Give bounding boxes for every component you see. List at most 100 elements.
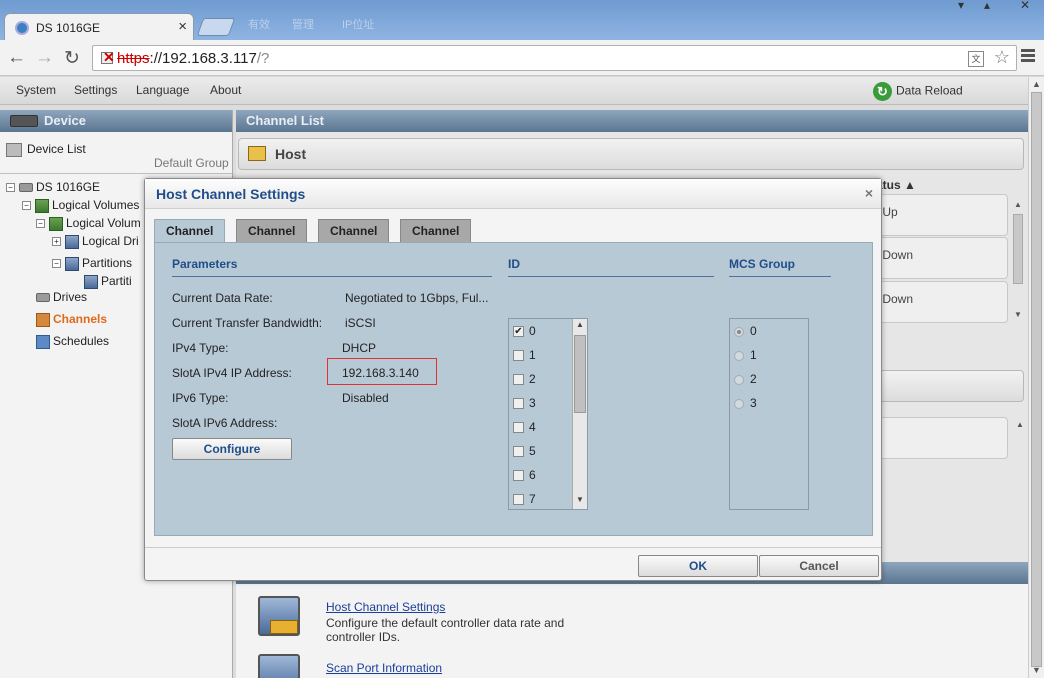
id-option[interactable]: 1 [513, 348, 536, 362]
menu-system[interactable]: System [16, 83, 56, 97]
id-option[interactable]: 2 [513, 372, 536, 386]
url-input[interactable]: ✕ https://192.168.3.117/? 文 ☆ [92, 45, 1017, 71]
radio-selected[interactable] [734, 326, 744, 337]
param-label: SlotA IPv6 Address: [172, 416, 278, 430]
partition-icon [84, 274, 98, 289]
tree-node-logical-volumes[interactable]: − Logical Volumes [22, 198, 139, 213]
host-section-header[interactable]: Host [238, 138, 1024, 170]
tree-node-channels[interactable]: Channels [36, 312, 107, 327]
forward-icon[interactable]: → [35, 47, 54, 69]
cancel-button[interactable]: Cancel [759, 555, 879, 577]
checkbox[interactable] [513, 470, 524, 482]
transfer-bandwidth-value: iSCSI [345, 316, 376, 330]
section-header[interactable] [876, 370, 1024, 402]
mcs-option[interactable]: 1 [734, 348, 757, 362]
param-label: Current Transfer Bandwidth: [172, 316, 323, 330]
menu-about[interactable]: About [210, 83, 241, 97]
tree-node-logical-drive[interactable]: + Logical Dri [52, 234, 139, 249]
device-list-link[interactable]: Device List [6, 142, 86, 157]
id-option[interactable]: 7 [513, 492, 536, 506]
ipv4-type-value: DHCP [342, 341, 377, 355]
collapse-icon[interactable]: − [36, 219, 45, 229]
back-icon[interactable]: ← [7, 47, 26, 69]
channel-row-status[interactable]: k Down [868, 281, 1008, 323]
param-label: IPv4 Type: [172, 341, 229, 355]
tree-node-logical-volume[interactable]: − Logical Volum [36, 216, 141, 231]
id-option[interactable]: ✔ 0 [513, 324, 536, 338]
id-heading: ID [508, 257, 520, 271]
host-icon [248, 146, 266, 161]
tab-channel-0[interactable]: Channel 0 [154, 219, 226, 260]
menu-settings[interactable]: Settings [74, 83, 117, 97]
mcs-group-heading: MCS Group [729, 257, 795, 271]
tree-node-partition[interactable]: Partiti [84, 274, 132, 289]
new-tab-button[interactable] [196, 18, 236, 36]
restore-icon[interactable]: ▴ [984, 0, 990, 12]
reload-icon[interactable]: ↻ [64, 47, 80, 70]
tab-channel-3[interactable]: Channel 3 [400, 219, 472, 260]
tab-channel-1[interactable]: Channel 1 [236, 219, 308, 260]
channel-row-status[interactable]: k Up [868, 194, 1008, 236]
id-option[interactable]: 5 [513, 444, 536, 458]
id-option[interactable]: 4 [513, 420, 536, 434]
page-scrollbar[interactable]: ▲ ▼ [1028, 77, 1044, 678]
storage-device-icon [19, 183, 33, 193]
mcs-option[interactable]: 0 [734, 324, 757, 338]
background-tab-text: 管理 [292, 19, 314, 31]
configure-button[interactable]: Configure [172, 438, 292, 460]
checkbox[interactable] [513, 350, 524, 362]
checkbox[interactable] [513, 446, 524, 458]
browser-tab[interactable]: DS 1016GE × [4, 13, 194, 40]
tab-channel-2[interactable]: Channel 2 [318, 219, 390, 260]
mcs-option[interactable]: 3 [734, 396, 757, 410]
scan-port-information-link[interactable]: Scan Port Information [326, 661, 442, 675]
tasks-area: Host Channel Settings Configure the defa… [236, 584, 1028, 678]
current-data-rate-value: Negotiated to 1Gbps, Ful... [345, 291, 489, 305]
mcs-option[interactable]: 2 [734, 372, 757, 386]
browser-menu-icon[interactable] [1021, 49, 1035, 64]
id-list-scrollbar[interactable]: ▲ ▼ [572, 319, 587, 509]
partitions-icon [65, 256, 79, 271]
scan-port-icon [258, 654, 300, 678]
channel-list-scrollbar[interactable]: ▲ ▼ [1011, 200, 1025, 330]
host-channel-settings-dialog: Host Channel Settings × Channel 0 Channe… [144, 178, 882, 581]
data-reload-button[interactable]: ↻ Data Reload [873, 82, 963, 101]
bookmark-star-icon[interactable]: ☆ [994, 47, 1010, 68]
checkbox[interactable] [513, 398, 524, 410]
id-list: ✔ 0 1 2 3 4 5 6 7 ▲ ▼ [508, 318, 588, 510]
ok-button[interactable]: OK [638, 555, 758, 577]
translate-icon[interactable]: 文 [968, 51, 984, 67]
menu-language[interactable]: Language [136, 83, 189, 97]
scroll-down-icon[interactable]: ▼ [576, 495, 584, 504]
id-option[interactable]: 6 [513, 468, 536, 482]
collapse-icon[interactable]: − [22, 201, 31, 211]
scroll-up-icon[interactable]: ▲ [576, 320, 584, 329]
task-scan-port: Scan Port Information [326, 661, 442, 675]
host-channel-settings-link[interactable]: Host Channel Settings [326, 600, 445, 614]
checkbox[interactable] [513, 494, 524, 506]
section-row[interactable] [868, 417, 1008, 459]
tree-node-ds[interactable]: − DS 1016GE [6, 180, 100, 194]
checkbox[interactable] [513, 374, 524, 386]
tree-node-schedules[interactable]: Schedules [36, 334, 109, 349]
address-bar: ← → ↻ ✕ https://192.168.3.117/? 文 ☆ [0, 40, 1044, 76]
logical-drive-icon [65, 234, 79, 249]
window-close-icon[interactable]: ✕ [1020, 0, 1030, 12]
drives-icon [36, 293, 50, 303]
radio[interactable] [734, 350, 744, 361]
channel-row-status[interactable]: k Down [868, 237, 1008, 279]
expand-icon[interactable]: + [52, 237, 61, 247]
radio[interactable] [734, 398, 744, 409]
radio[interactable] [734, 374, 744, 385]
minimize-icon[interactable]: ▾ [958, 0, 964, 12]
collapse-icon[interactable]: − [52, 259, 61, 269]
tree-node-drives[interactable]: Drives [36, 290, 87, 304]
tree-node-partitions[interactable]: − Partitions [52, 256, 132, 271]
dialog-close-icon[interactable]: × [865, 185, 873, 201]
checkbox[interactable] [513, 422, 524, 434]
tab-close-icon[interactable]: × [178, 18, 187, 35]
id-option[interactable]: 3 [513, 396, 536, 410]
scroll-up-icon[interactable]: ▲ [1016, 420, 1024, 429]
collapse-icon[interactable]: − [6, 183, 15, 193]
checkbox-checked[interactable]: ✔ [513, 326, 524, 338]
